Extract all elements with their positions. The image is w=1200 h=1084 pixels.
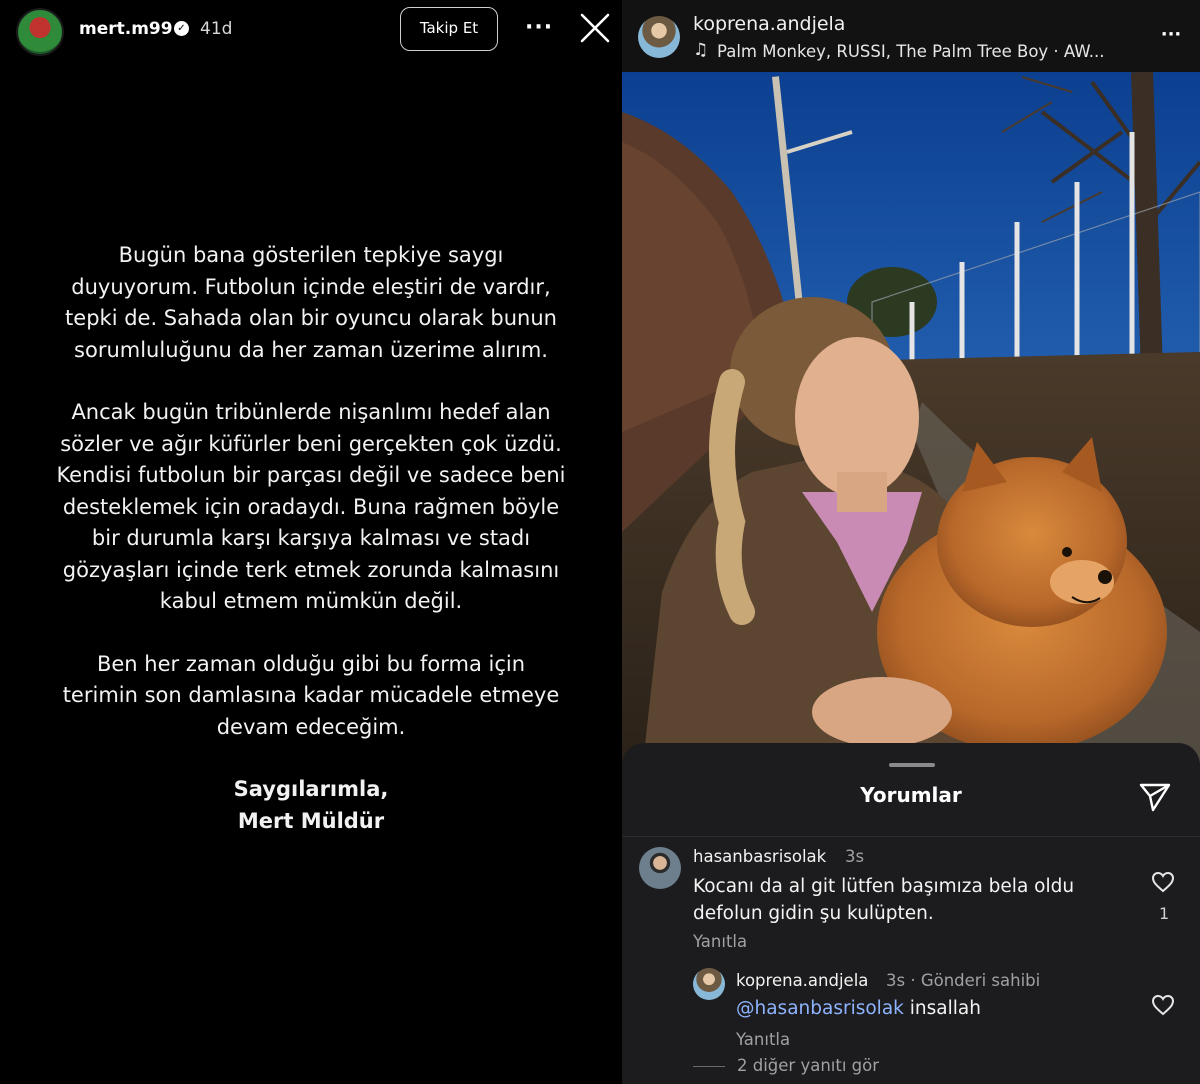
post-panel: koprena.andjela ♫ Palm Monkey, RUSSI, Th… bbox=[622, 0, 1200, 1084]
post-music-track[interactable]: Palm Monkey, RUSSI, The Palm Tree Boy · … bbox=[717, 42, 1104, 61]
story-username[interactable]: mert.m99 bbox=[79, 19, 173, 39]
music-note-icon: ♫ bbox=[693, 40, 709, 60]
reply-button[interactable]: Yanıtla bbox=[736, 1030, 790, 1049]
comment-text: Kocanı da al git lütfen başımıza bela ol… bbox=[693, 876, 1075, 924]
story-statement: Bugün bana gösterilen tepkiye saygı duyu… bbox=[20, 240, 602, 868]
comment-username[interactable]: koprena.andjela bbox=[736, 971, 868, 990]
post-header: koprena.andjela ♫ Palm Monkey, RUSSI, Th… bbox=[622, 0, 1200, 72]
comments-title: Yorumlar bbox=[860, 783, 962, 807]
story-age: 41d bbox=[200, 19, 233, 39]
close-icon[interactable] bbox=[580, 13, 610, 43]
statement-paragraph-1: Bugün bana gösterilen tepkiye saygı duyu… bbox=[65, 243, 557, 362]
story-header: mert.m99 ✓ 41d Takip Et ··· bbox=[0, 0, 622, 60]
more-horizontal-icon[interactable]: ··· bbox=[525, 13, 553, 43]
post-photo[interactable] bbox=[622, 72, 1200, 772]
story-panel: mert.m99 ✓ 41d Takip Et ··· Bugün bana g… bbox=[0, 0, 622, 1084]
view-more-replies-button[interactable]: 2 diğer yanıtı gör bbox=[737, 1056, 879, 1075]
comment-time: 3s · Gönderi sahibi bbox=[886, 971, 1041, 990]
heart-icon[interactable] bbox=[1151, 994, 1175, 1016]
send-icon[interactable] bbox=[1138, 781, 1172, 813]
comment-text: @hasanbasrisolak insallah bbox=[736, 998, 981, 1019]
avatar[interactable] bbox=[638, 16, 680, 58]
more-horizontal-icon[interactable]: ··· bbox=[1158, 22, 1184, 48]
heart-icon[interactable] bbox=[1151, 871, 1175, 893]
comments-sheet: Yorumlar hasanbasrisolak 3s Kocanı da al… bbox=[622, 743, 1200, 1084]
drag-handle[interactable] bbox=[889, 763, 935, 767]
avatar[interactable] bbox=[16, 8, 64, 56]
divider bbox=[693, 1066, 725, 1067]
comment-username[interactable]: hasanbasrisolak bbox=[693, 847, 826, 866]
statement-paragraph-3: Ben her zaman olduğu gibi bu forma için … bbox=[62, 651, 560, 739]
avatar[interactable] bbox=[693, 968, 725, 1000]
post-username[interactable]: koprena.andjela bbox=[693, 13, 845, 35]
like-count: 1 bbox=[1159, 904, 1170, 923]
statement-paragraph-2: Ancak bugün tribünlerde nişanlımı hedef … bbox=[56, 400, 566, 613]
mention-link[interactable]: @hasanbasrisolak bbox=[736, 998, 904, 1019]
statement-signature: Saygılarımla, Mert Müldür bbox=[233, 777, 389, 833]
verified-badge-icon: ✓ bbox=[174, 21, 189, 36]
follow-button[interactable]: Takip Et bbox=[400, 7, 498, 51]
avatar[interactable] bbox=[639, 847, 681, 889]
comment-time: 3s bbox=[845, 847, 865, 866]
divider bbox=[622, 836, 1200, 837]
reply-button[interactable]: Yanıtla bbox=[693, 932, 747, 951]
